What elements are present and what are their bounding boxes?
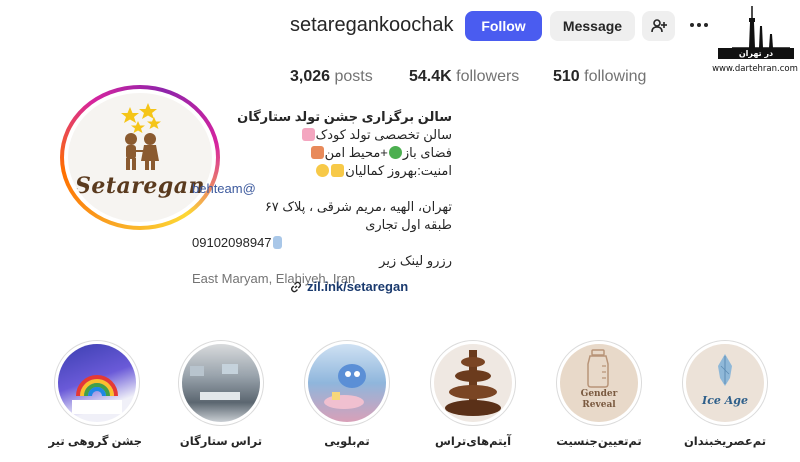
bio-website-link[interactable]: zil.ink/setaregan bbox=[290, 279, 408, 294]
highlight-label: تم‌عصریخبندان bbox=[683, 436, 767, 448]
bio-phone-line: 09102098947 bbox=[192, 234, 452, 252]
highlight-label: تم‌بلویی bbox=[324, 436, 370, 448]
bio-line: سالن تخصصی تولد کودک bbox=[192, 126, 452, 144]
avatar-image: Setaregan bbox=[68, 93, 212, 222]
highlight-cover bbox=[434, 344, 512, 422]
bio-name: سالن برگزاری جشن تولد ستارگان bbox=[237, 109, 452, 124]
bio-line: فضای باز+محیط امن bbox=[192, 144, 452, 162]
highlight-item[interactable]: تم‌بلویی bbox=[302, 340, 392, 448]
profile-username: setaregankoochak bbox=[290, 14, 454, 36]
add-user-icon bbox=[650, 19, 667, 33]
highlight-label: جشن گروهی تیر bbox=[48, 436, 143, 448]
watermark-band: در تهران bbox=[718, 48, 794, 59]
ice-age-text: Ice Age bbox=[702, 394, 748, 407]
following-count: 510 bbox=[553, 68, 580, 85]
followers-label: followers bbox=[456, 68, 520, 85]
highlight-cover bbox=[58, 344, 136, 422]
link-icon bbox=[290, 281, 302, 292]
bio-line: امنیت:بهروز کمالیان bbox=[192, 162, 452, 180]
following-stat[interactable]: 510 following bbox=[553, 68, 646, 86]
phone-emoji-icon bbox=[272, 236, 282, 249]
avatar-illustration bbox=[121, 103, 161, 170]
followers-count: 54.4K bbox=[409, 68, 452, 85]
highlight-cover: Gender Reveal bbox=[560, 344, 638, 422]
highlight-cover bbox=[182, 344, 260, 422]
avatar-brand-text: Setaregan bbox=[74, 173, 206, 199]
tower-icon bbox=[732, 6, 790, 49]
lock-emoji-icon bbox=[331, 164, 345, 177]
bio-address-line2: طبقه اول تجاری bbox=[365, 217, 452, 232]
posts-count: 3,026 bbox=[290, 68, 331, 85]
message-button[interactable]: Message bbox=[550, 11, 635, 41]
suggested-accounts-button[interactable] bbox=[642, 11, 675, 41]
bio-cta: رزرو لینک زیر bbox=[379, 253, 452, 268]
gender-reveal-text-1: Gender bbox=[580, 389, 618, 399]
highlight-cover bbox=[308, 344, 386, 422]
following-label: following bbox=[584, 68, 647, 85]
highlight-item[interactable]: Ice Age تم‌عصریخبندان bbox=[680, 340, 770, 448]
highlight-label: تم‌تعیین‌جنسیت bbox=[556, 436, 642, 448]
bio-address-line1: تهران، الهیه ،مریم شرقی ، پلاک ۶۷ bbox=[264, 199, 452, 214]
highlight-label: آیتم‌های‌تراس bbox=[434, 436, 512, 448]
highlight-item[interactable]: Gender Reveal تم‌تعیین‌جنسیت bbox=[554, 340, 644, 448]
posts-stat: 3,026 posts bbox=[290, 68, 373, 86]
gender-reveal-text-2: Reveal bbox=[582, 400, 616, 410]
tree-emoji-icon bbox=[388, 146, 402, 159]
watermark-url: www.dartehran.com bbox=[712, 64, 798, 74]
bio-phone: 09102098947 bbox=[192, 235, 272, 250]
house-emoji-icon bbox=[310, 146, 324, 159]
highlight-item[interactable]: جشن گروهی تیر bbox=[48, 340, 143, 448]
highlight-item[interactable]: تراس ستارگان bbox=[176, 340, 266, 448]
highlight-cover: Ice Age bbox=[686, 344, 764, 422]
followers-stat[interactable]: 54.4K followers bbox=[409, 68, 519, 86]
highlight-label: تراس ستارگان bbox=[179, 436, 263, 448]
watermark-logo: در تهران www.dartehran.com bbox=[712, 4, 798, 78]
highlight-item[interactable]: آیتم‌های‌تراس bbox=[428, 340, 518, 448]
profile-bio: سالن برگزاری جشن تولد ستارگان سالن تخصصی… bbox=[192, 108, 452, 288]
bio-mention-link[interactable]: behteam@ bbox=[192, 180, 452, 198]
posts-label: posts bbox=[334, 68, 373, 85]
follow-button[interactable]: Follow bbox=[465, 11, 542, 41]
party-emoji-icon bbox=[301, 128, 315, 141]
more-options-icon[interactable] bbox=[688, 14, 710, 36]
pointing-hand-emoji-icon bbox=[316, 164, 330, 177]
bio-website-text: zil.ink/setaregan bbox=[307, 279, 409, 294]
